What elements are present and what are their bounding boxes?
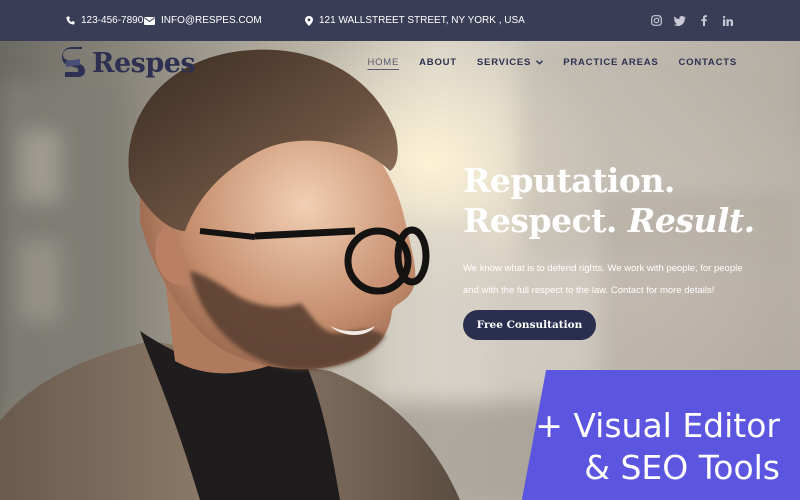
nav-services[interactable]: SERVICES: [476, 57, 544, 68]
nav-home[interactable]: HOME: [367, 57, 399, 68]
email-contact[interactable]: INFO@RESPES.COM: [144, 0, 262, 41]
phone-icon: [66, 16, 75, 25]
promo-line-1: + Visual Editor: [535, 406, 780, 445]
top-bar: 123-456-7890 INFO@RESPES.COM 121 WALLSTR…: [0, 0, 800, 41]
nav-services-label: SERVICES: [476, 57, 532, 68]
address-text: 121 WALLSTREET STREET, NY YORK , USA: [319, 15, 525, 26]
twitter-icon[interactable]: [674, 15, 686, 27]
promo-text: + Visual Editor & SEO Tools: [535, 405, 780, 489]
headline-line-2b: Result.: [627, 201, 755, 240]
linkedin-icon[interactable]: [722, 15, 734, 27]
hero-portrait: [0, 49, 460, 500]
main-nav: HOME ABOUT SERVICES PRACTICE AREAS CONTA…: [367, 57, 737, 68]
hero-subtext: We know what is to defend rights. We wor…: [463, 263, 743, 296]
nav-contacts[interactable]: CONTACTS: [679, 57, 737, 68]
hero-headline: Reputation. Respect. Result.: [463, 161, 755, 241]
nav-about[interactable]: ABOUT: [419, 57, 457, 68]
facebook-icon[interactable]: [698, 15, 710, 27]
nav-practice-areas[interactable]: PRACTICE AREAS: [563, 57, 658, 68]
promo-line-2: & SEO Tools: [584, 448, 780, 487]
logo-mark-icon: [62, 47, 85, 77]
email-address: INFO@RESPES.COM: [161, 15, 262, 26]
social-links: [650, 0, 734, 41]
address-info: 121 WALLSTREET STREET, NY YORK , USA: [305, 0, 525, 41]
headline-line-2a: Respect.: [463, 201, 617, 240]
chevron-down-icon: [536, 60, 544, 65]
headline-line-1: Reputation.: [463, 161, 675, 200]
free-consultation-button[interactable]: Free Consultation: [463, 310, 596, 340]
brand-name: Respes: [92, 47, 196, 79]
brand-logo[interactable]: Respes: [62, 47, 196, 79]
phone-contact[interactable]: 123-456-7890: [66, 0, 143, 41]
map-pin-icon: [305, 15, 313, 26]
instagram-icon[interactable]: [650, 15, 662, 27]
phone-number: 123-456-7890: [81, 15, 144, 26]
envelope-icon: [144, 16, 155, 25]
